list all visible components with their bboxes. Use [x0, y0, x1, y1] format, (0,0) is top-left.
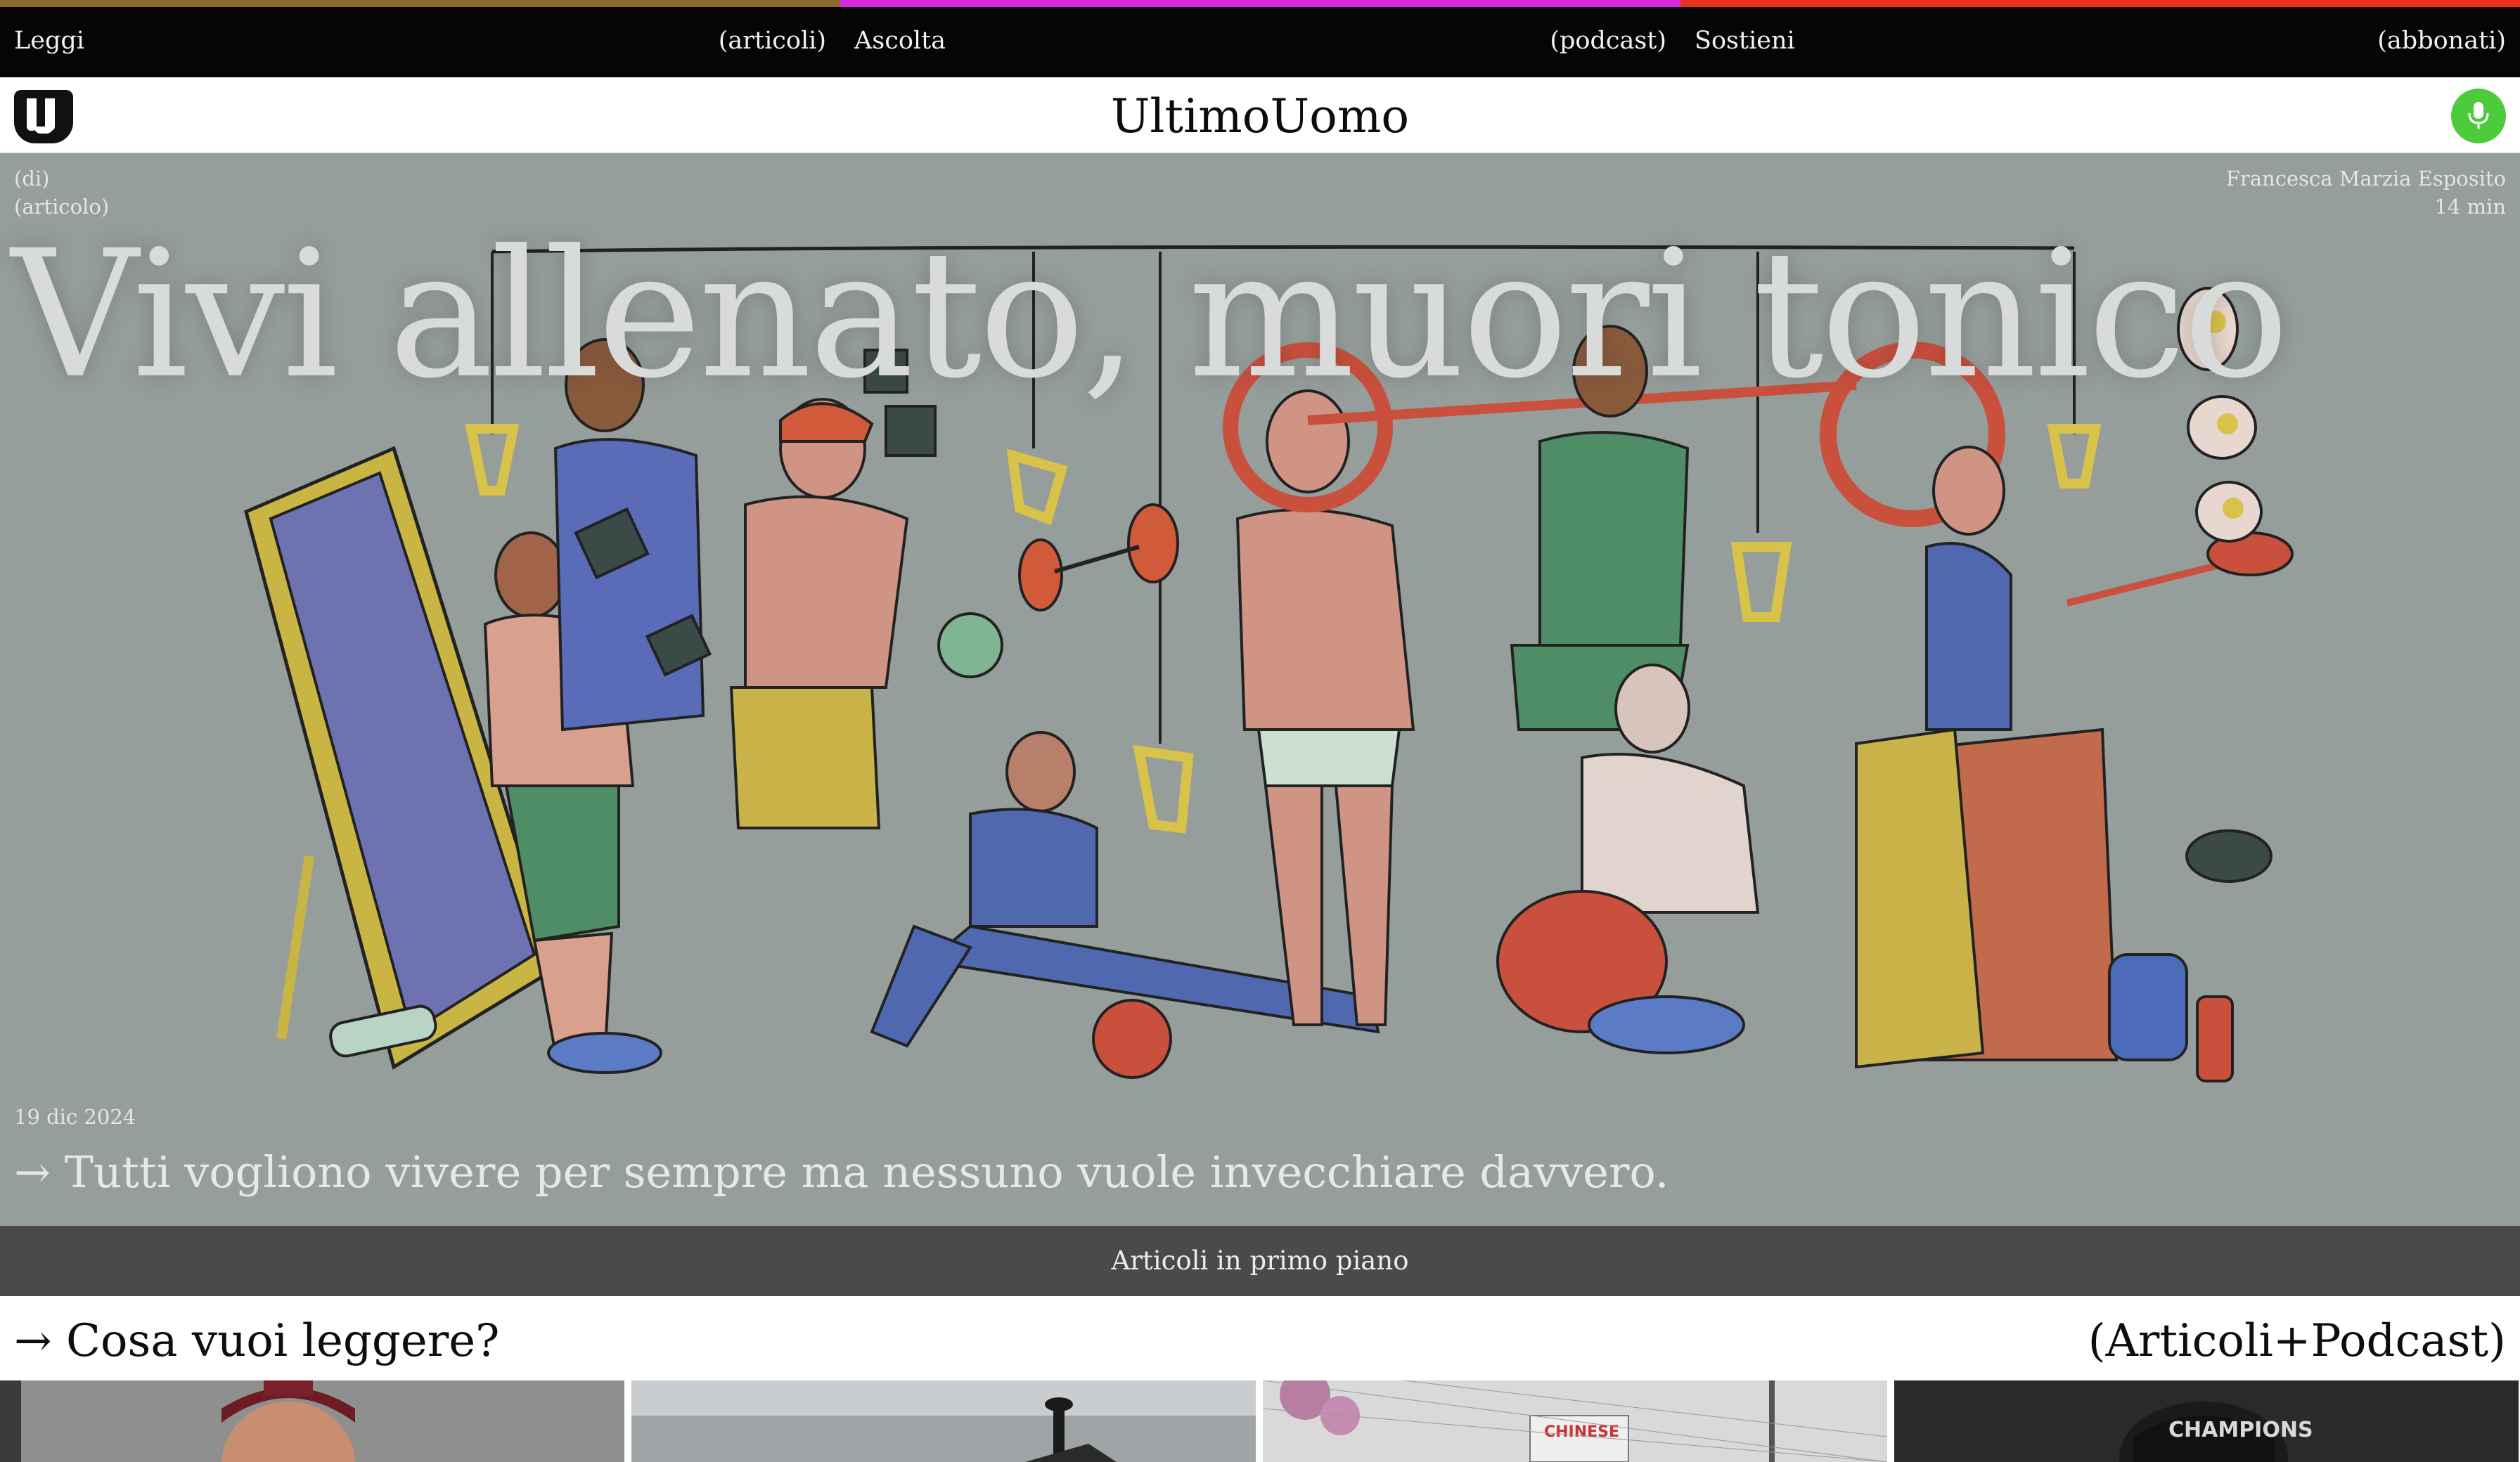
featured-articles-label: Articoli in primo piano — [1111, 1246, 1409, 1276]
champions-photo: CHAMPIONS — [1894, 1380, 2519, 1462]
article-card[interactable]: CHAMPIONS — [1894, 1380, 2519, 1462]
meta-label-di: (di) — [14, 167, 50, 190]
nav-item-sublabel: (articoli) — [718, 27, 826, 55]
site-title[interactable]: UltimoUomo — [0, 87, 2520, 146]
article-card-list: CHINESE CHAMPIONS — [0, 1380, 2520, 1462]
featured-articles-bar[interactable]: Articoli in primo piano — [0, 1226, 2520, 1296]
nav-item-sostieni[interactable]: Sostieni (abbonati) — [1680, 0, 2520, 77]
top-navigation: Leggi (articoli) Ascolta (podcast) Sosti… — [0, 0, 2520, 77]
nav-item-sublabel: (podcast) — [1550, 27, 1666, 55]
nav-item-label: Leggi — [14, 27, 84, 55]
article-card[interactable]: CHINESE — [1263, 1380, 1887, 1462]
reading-section-header: → Cosa vuoi leggere? (Articoli+Podcast) — [0, 1296, 2520, 1380]
article-card[interactable] — [631, 1380, 1256, 1462]
nav-accent-bar — [0, 0, 840, 7]
section-filter[interactable]: (Articoli+Podcast) — [2088, 1313, 2506, 1369]
nav-item-label: Sostieni — [1695, 27, 1795, 55]
hero-article[interactable]: (di) (articolo) Francesca Marzia Esposit… — [0, 153, 2520, 1226]
site-header: UltimoUomo — [0, 77, 2520, 153]
coach-photo — [0, 1380, 624, 1462]
article-title[interactable]: Vivi allenato, muori tonico — [11, 209, 2289, 420]
article-card[interactable] — [0, 1380, 624, 1462]
sea-photo — [631, 1380, 1256, 1462]
svg-text:CHAMPIONS: CHAMPIONS — [2168, 1418, 2313, 1442]
nav-accent-bar — [840, 0, 1680, 7]
nav-item-ascolta[interactable]: Ascolta (podcast) — [840, 0, 1680, 77]
nav-item-leggi[interactable]: Leggi (articoli) — [0, 0, 840, 77]
nav-item-sublabel: (abbonati) — [2377, 27, 2506, 55]
fence-photo: CHINESE — [1263, 1380, 1887, 1462]
article-date: 19 dic 2024 — [14, 1105, 136, 1129]
section-title: → Cosa vuoi leggere? — [14, 1315, 500, 1367]
article-author[interactable]: Francesca Marzia Esposito — [2226, 164, 2506, 193]
microphone-icon[interactable] — [2451, 89, 2506, 143]
nav-accent-bar — [1680, 0, 2520, 7]
article-subtitle[interactable]: → Tutti vogliono vivere per sempre ma ne… — [14, 1144, 1669, 1201]
nav-item-label: Ascolta — [854, 27, 946, 55]
